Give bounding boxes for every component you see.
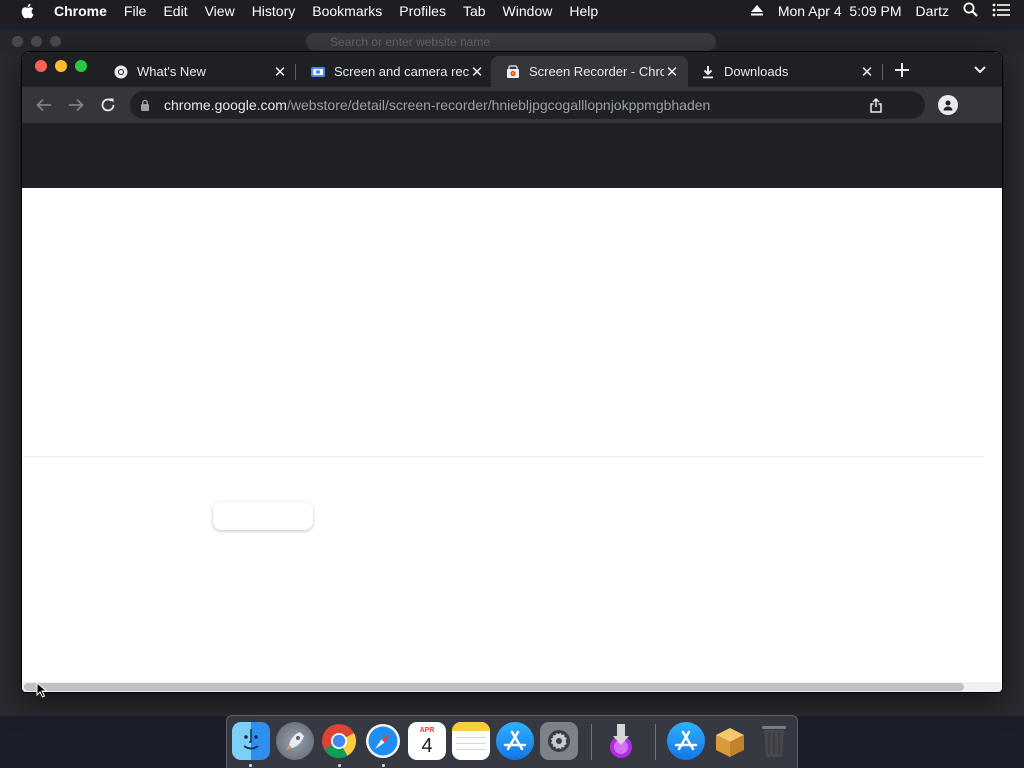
url-host: chrome.google.com	[164, 97, 287, 113]
close-tab-icon[interactable]: ✕	[859, 64, 875, 81]
new-tab-button[interactable]	[892, 60, 912, 80]
forward-arrow-icon[interactable]	[66, 95, 86, 115]
profile-avatar-icon[interactable]	[938, 95, 958, 115]
lock-icon[interactable]	[140, 99, 154, 111]
menubar-user[interactable]: Dartz	[916, 3, 949, 19]
calendar-day: 4	[421, 734, 433, 757]
content-divider	[22, 456, 984, 457]
launchpad-icon[interactable]	[276, 722, 314, 760]
webstore-icon	[505, 64, 521, 80]
finder-icon[interactable]	[232, 722, 270, 760]
tab-whats-new[interactable]: What's New ✕	[99, 56, 296, 87]
calendar-icon[interactable]: APR 4	[408, 722, 446, 760]
menu-history[interactable]: History	[252, 3, 296, 19]
minimize-window-button[interactable]	[55, 60, 67, 72]
horizontal-scrollbar[interactable]	[22, 682, 1002, 692]
chrome-icon	[113, 64, 129, 80]
scrollbar-thumb[interactable]	[24, 683, 964, 691]
app-store-icon[interactable]	[496, 722, 534, 760]
tab-title: Screen and camera rec	[334, 64, 469, 79]
notes-icon[interactable]	[452, 722, 490, 760]
webstore-header	[22, 123, 1002, 188]
close-tab-icon[interactable]: ✕	[664, 64, 680, 81]
address-bar[interactable]: chrome.google.com/webstore/detail/screen…	[130, 91, 925, 119]
chrome-window: What's New ✕ Screen and camera rec ✕ Scr…	[22, 52, 1002, 692]
background-window-controls	[12, 36, 61, 47]
google-chrome-icon[interactable]	[320, 722, 358, 760]
close-tab-icon[interactable]: ✕	[272, 64, 288, 81]
notification-center-icon[interactable]	[992, 3, 1010, 20]
menu-app-name[interactable]: Chrome	[54, 3, 107, 19]
app-store-folder-icon[interactable]	[667, 722, 705, 760]
url-path: /webstore/detail/screen-recorder/hnieblj…	[286, 97, 711, 113]
eject-icon[interactable]	[750, 3, 764, 19]
menu-bookmarks[interactable]: Bookmarks	[312, 3, 382, 19]
menu-profiles[interactable]: Profiles	[399, 3, 446, 19]
tab-title: Downloads	[724, 64, 789, 79]
download-icon	[700, 64, 716, 80]
system-preferences-gear-icon[interactable]	[540, 722, 578, 760]
menu-file[interactable]: File	[124, 3, 147, 19]
tab-screen-camera[interactable]: Screen and camera rec ✕	[296, 56, 493, 87]
zoom-window-button[interactable]	[75, 60, 87, 72]
tab-screen-recorder[interactable]: Screen Recorder - Chro ✕	[491, 56, 688, 87]
trash-icon[interactable]	[755, 722, 793, 760]
page-content	[22, 188, 1002, 682]
browser-toolbar: chrome.google.com/webstore/detail/screen…	[22, 87, 1002, 123]
downloads-stack-icon[interactable]	[602, 722, 640, 760]
calendar-month: APR	[419, 726, 435, 734]
share-icon[interactable]	[867, 96, 885, 114]
menubar-clock[interactable]: Mon Apr 4 5:09 PM	[778, 3, 902, 19]
close-window-button[interactable]	[35, 60, 47, 72]
tab-title: What's New	[137, 64, 206, 79]
loading-placeholder-button[interactable]	[213, 502, 313, 530]
mouse-cursor-icon	[36, 681, 48, 698]
menu-edit[interactable]: Edit	[163, 3, 187, 19]
menu-bar: Chrome File Edit View History Bookmarks …	[0, 0, 1024, 22]
window-controls	[35, 60, 87, 72]
close-tab-icon[interactable]: ✕	[469, 64, 485, 81]
address-url[interactable]: chrome.google.com/webstore/detail/screen…	[164, 97, 710, 113]
menu-window[interactable]: Window	[503, 3, 553, 19]
apple-menu-icon[interactable]	[20, 3, 38, 19]
menu-help[interactable]: Help	[569, 3, 598, 19]
tab-title: Screen Recorder - Chro	[529, 64, 664, 79]
spotlight-search-icon[interactable]	[963, 2, 978, 20]
screen-camera-icon	[310, 64, 326, 80]
tab-strip: What's New ✕ Screen and camera rec ✕ Scr…	[22, 52, 1002, 87]
dock: APR 4	[226, 715, 798, 768]
menu-tab[interactable]: Tab	[463, 3, 486, 19]
reload-icon[interactable]	[98, 95, 118, 115]
background-address-bar[interactable]: Search or enter website name	[306, 33, 716, 51]
tab-downloads[interactable]: Downloads ✕	[686, 56, 883, 87]
back-arrow-icon[interactable]	[34, 95, 54, 115]
safari-icon[interactable]	[364, 722, 402, 760]
menu-view[interactable]: View	[205, 3, 235, 19]
tab-search-chevron-down-icon[interactable]	[971, 61, 989, 79]
archive-box-icon[interactable]	[711, 722, 749, 760]
